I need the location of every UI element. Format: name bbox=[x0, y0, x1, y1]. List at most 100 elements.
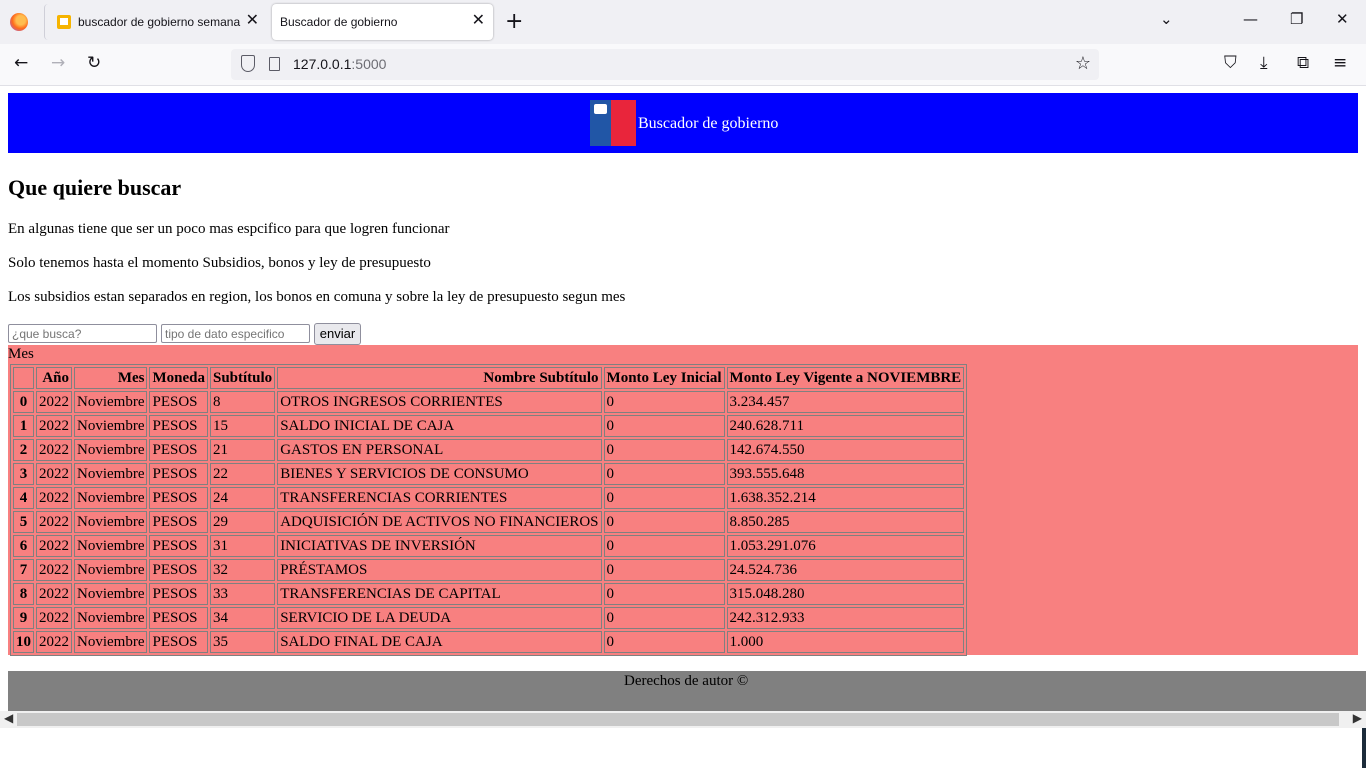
table-cell: 1.000 bbox=[726, 631, 965, 653]
close-tab-icon[interactable]: ✕ bbox=[472, 12, 485, 30]
scrollbar-thumb[interactable] bbox=[17, 713, 1339, 726]
table-cell: PESOS bbox=[149, 631, 208, 653]
table-cell: Noviembre bbox=[74, 391, 148, 413]
row-index: 3 bbox=[13, 463, 34, 485]
table-cell: 0 bbox=[603, 391, 725, 413]
site-title: Buscador de gobierno bbox=[638, 115, 779, 132]
tab-inactive[interactable]: buscador de gobierno semana 3 ✕ bbox=[44, 4, 267, 40]
minimize-button[interactable]: — bbox=[1243, 10, 1258, 28]
table-cell: OTROS INGRESOS CORRIENTES bbox=[277, 391, 602, 413]
page-content: Buscador de gobierno Que quiere buscar E… bbox=[0, 85, 1366, 711]
table-cell: ADQUISICIÓN DE ACTIVOS NO FINANCIEROS bbox=[277, 511, 602, 533]
window-edge bbox=[1362, 728, 1366, 768]
table-cell: PESOS bbox=[149, 463, 208, 485]
table-cell: 29 bbox=[209, 511, 276, 533]
address-bar[interactable]: 127.0.0.1:5000 ☆ bbox=[231, 49, 1099, 80]
table-cell: 0 bbox=[603, 631, 725, 653]
downloads-icon[interactable]: ⤓ bbox=[1260, 53, 1268, 73]
back-button[interactable]: ← bbox=[14, 53, 28, 73]
table-cell: 35 bbox=[209, 631, 276, 653]
row-index: 7 bbox=[13, 559, 34, 581]
table-row: 5 2022 Noviembre PESOS 29 ADQUISICIÓN DE ACTI… bbox=[13, 511, 965, 533]
table-cell: 22 bbox=[209, 463, 276, 485]
info-paragraph: Los subsidios estan separados en region,… bbox=[8, 289, 626, 305]
browser-tab-bar: buscador de gobierno semana 3 ✕ Buscador… bbox=[0, 0, 1366, 44]
tab-active[interactable]: Buscador de gobierno ✕ bbox=[272, 4, 493, 40]
table-cell: Noviembre bbox=[74, 559, 148, 581]
row-index: 1 bbox=[13, 415, 34, 437]
row-index: 0 bbox=[13, 391, 34, 413]
table-cell: SALDO FINAL DE CAJA bbox=[277, 631, 602, 653]
pocket-icon[interactable]: ⛉ bbox=[1224, 53, 1237, 73]
table-cell: 2022 bbox=[36, 607, 72, 629]
table-cell: 15 bbox=[209, 415, 276, 437]
tab-title: buscador de gobierno semana 3 bbox=[78, 15, 243, 29]
table-cell: BIENES Y SERVICIOS DE CONSUMO bbox=[277, 463, 602, 485]
column-header bbox=[13, 367, 34, 389]
table-cell: 2022 bbox=[36, 463, 72, 485]
data-type-input[interactable]: tipo de dato especifico bbox=[161, 324, 310, 343]
table-cell: 33 bbox=[209, 583, 276, 605]
results-caption: Mes bbox=[8, 346, 34, 362]
table-row: 9 2022 Noviembre PESOS 34 SERVICIO DE LA DEUD… bbox=[13, 607, 965, 629]
table-cell: Noviembre bbox=[74, 607, 148, 629]
table-row: 7 2022 Noviembre PESOS 32 PRÉSTAMOS 0 24.524.73… bbox=[13, 559, 965, 581]
scroll-right-icon[interactable]: ▶ bbox=[1353, 711, 1362, 725]
table-cell: Noviembre bbox=[74, 439, 148, 461]
menu-icon[interactable]: ≡ bbox=[1333, 53, 1347, 73]
forward-button[interactable]: → bbox=[51, 53, 65, 73]
column-header: Año bbox=[36, 367, 72, 389]
table-cell: 2022 bbox=[36, 511, 72, 533]
table-cell: PESOS bbox=[149, 583, 208, 605]
new-tab-button[interactable]: + bbox=[505, 9, 523, 34]
column-header: Nombre Subtítulo bbox=[277, 367, 602, 389]
table-cell: 0 bbox=[603, 559, 725, 581]
url-text[interactable]: 127.0.0.1:5000 bbox=[293, 56, 386, 72]
table-cell: PESOS bbox=[149, 559, 208, 581]
restore-button[interactable]: ❐ bbox=[1290, 10, 1303, 28]
table-cell: Noviembre bbox=[74, 415, 148, 437]
table-row: 4 2022 Noviembre PESOS 24 TRANSFERENCIAS CORR… bbox=[13, 487, 965, 509]
row-index: 9 bbox=[13, 607, 34, 629]
table-cell: 2022 bbox=[36, 439, 72, 461]
horizontal-scrollbar[interactable]: ◀ ▶ bbox=[0, 711, 1366, 728]
table-cell: 3.234.457 bbox=[726, 391, 965, 413]
slides-favicon-icon bbox=[57, 15, 71, 29]
bookmark-star-icon[interactable]: ☆ bbox=[1075, 53, 1091, 74]
extensions-icon[interactable]: ⧉ bbox=[1297, 53, 1309, 73]
browser-nav-bar: ← → ↻ 127.0.0.1:5000 ☆ ⛉ ⤓ ⧉ ≡ bbox=[0, 44, 1366, 86]
table-cell: 242.312.933 bbox=[726, 607, 965, 629]
search-input[interactable]: ¿que busca? bbox=[8, 324, 157, 343]
table-cell: 21 bbox=[209, 439, 276, 461]
table-cell: 2022 bbox=[36, 559, 72, 581]
reload-button[interactable]: ↻ bbox=[87, 53, 101, 73]
table-row: 3 2022 Noviembre PESOS 22 BIENES Y SERVICIOS … bbox=[13, 463, 965, 485]
table-cell: 1.638.352.214 bbox=[726, 487, 965, 509]
close-tab-icon[interactable]: ✕ bbox=[246, 12, 259, 30]
table-cell: Noviembre bbox=[74, 511, 148, 533]
page-heading: Que quiere buscar bbox=[8, 175, 182, 200]
page-info-icon[interactable] bbox=[269, 57, 280, 71]
list-all-tabs-icon[interactable]: ⌄ bbox=[1160, 10, 1173, 28]
table-cell: INICIATIVAS DE INVERSIÓN bbox=[277, 535, 602, 557]
close-window-button[interactable]: ✕ bbox=[1336, 10, 1349, 28]
scroll-left-icon[interactable]: ◀ bbox=[4, 711, 13, 725]
table-cell: 2022 bbox=[36, 415, 72, 437]
row-index: 4 bbox=[13, 487, 34, 509]
row-index: 10 bbox=[13, 631, 34, 653]
row-index: 8 bbox=[13, 583, 34, 605]
table-cell: 24 bbox=[209, 487, 276, 509]
table-cell: 31 bbox=[209, 535, 276, 557]
table-cell: 2022 bbox=[36, 631, 72, 653]
table-cell: 34 bbox=[209, 607, 276, 629]
submit-button[interactable]: enviar bbox=[314, 323, 361, 345]
shield-icon[interactable] bbox=[241, 55, 255, 72]
table-cell: 8 bbox=[209, 391, 276, 413]
table-cell: TRANSFERENCIAS CORRIENTES bbox=[277, 487, 602, 509]
table-cell: 2022 bbox=[36, 487, 72, 509]
table-cell: PESOS bbox=[149, 535, 208, 557]
info-paragraph: En algunas tiene que ser un poco mas esp… bbox=[8, 221, 450, 237]
firefox-icon[interactable] bbox=[10, 13, 28, 31]
table-cell: SERVICIO DE LA DEUDA bbox=[277, 607, 602, 629]
table-header-row: Año Mes Moneda Subtítulo Nombre Subtítul… bbox=[13, 367, 965, 389]
